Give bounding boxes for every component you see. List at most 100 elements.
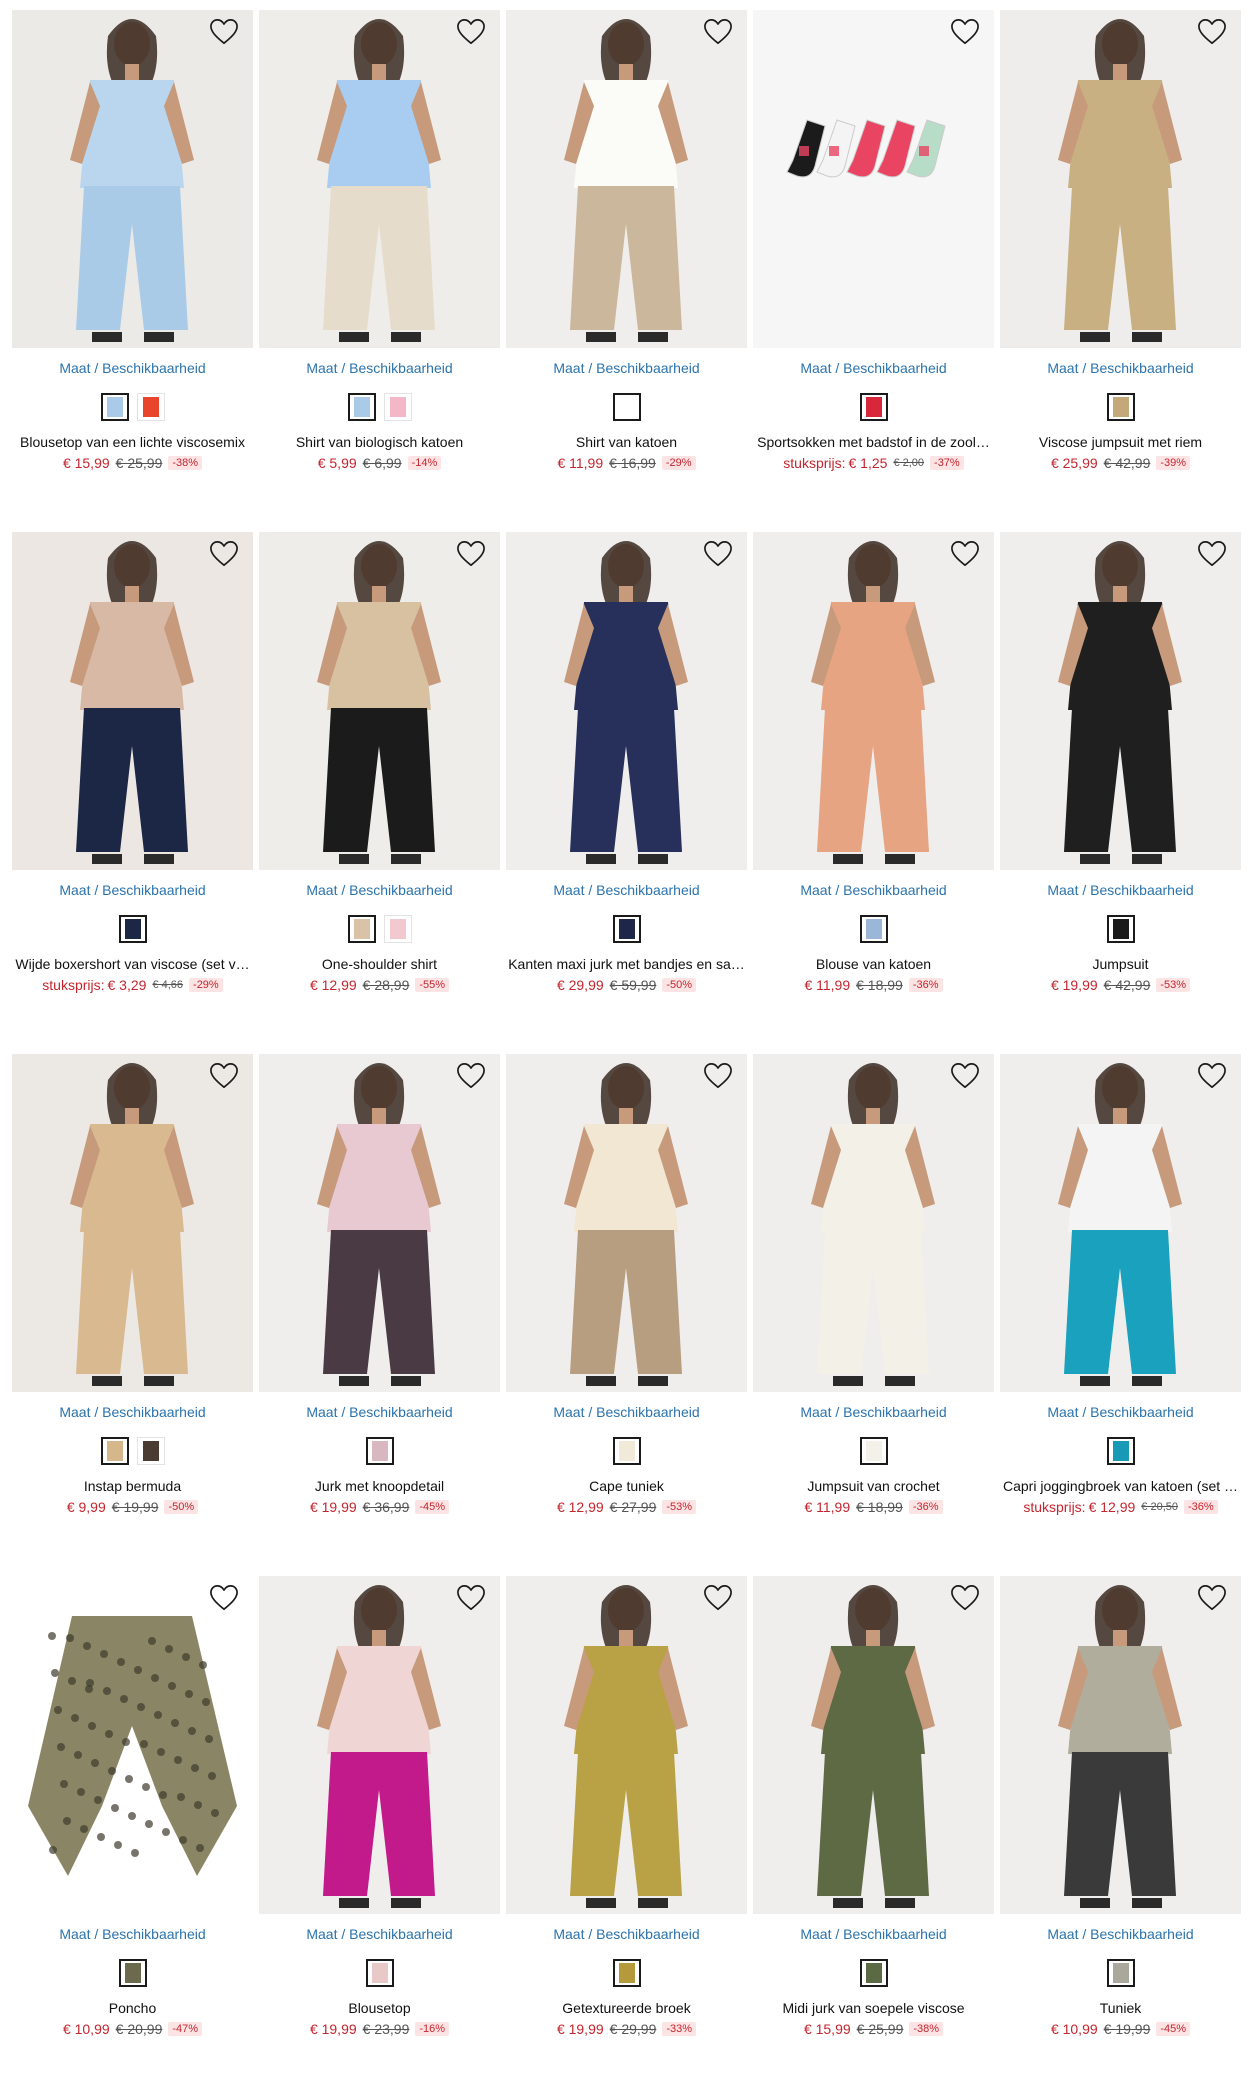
product-card[interactable]: Maat / Beschikbaarheid Blousetop € 19,99 € … bbox=[259, 1576, 500, 2076]
product-title[interactable]: Shirt van katoen bbox=[506, 434, 747, 450]
size-availability-link[interactable]: Maat / Beschikbaarheid bbox=[1000, 360, 1241, 376]
product-title[interactable]: Cape tuniek bbox=[506, 1478, 747, 1494]
size-availability-link[interactable]: Maat / Beschikbaarheid bbox=[506, 882, 747, 898]
color-swatch[interactable] bbox=[365, 1959, 394, 1987]
color-swatch[interactable] bbox=[347, 393, 376, 421]
product-card[interactable]: Maat / Beschikbaarheid Blouse van katoen €… bbox=[753, 532, 994, 1032]
favorite-button[interactable] bbox=[1197, 540, 1231, 574]
size-availability-link[interactable]: Maat / Beschikbaarheid bbox=[12, 882, 253, 898]
product-image-container[interactable] bbox=[1000, 1576, 1241, 1914]
size-availability-link[interactable]: Maat / Beschikbaarheid bbox=[259, 1926, 500, 1942]
product-image-container[interactable] bbox=[12, 1576, 253, 1914]
product-image-container[interactable] bbox=[506, 10, 747, 348]
size-availability-link[interactable]: Maat / Beschikbaarheid bbox=[753, 1404, 994, 1420]
product-card[interactable]: Maat / Beschikbaarheid Instap bermuda € 9,… bbox=[12, 1054, 253, 1554]
product-image-container[interactable] bbox=[753, 532, 994, 870]
favorite-button[interactable] bbox=[209, 540, 243, 574]
product-image-container[interactable] bbox=[12, 532, 253, 870]
product-card[interactable]: Maat / Beschikbaarheid Midi jurk van soep… bbox=[753, 1576, 994, 2076]
product-card[interactable]: Maat / Beschikbaarheid Cape tuniek € 12,99… bbox=[506, 1054, 747, 1554]
product-title[interactable]: Jumpsuit bbox=[1000, 956, 1241, 972]
favorite-button[interactable] bbox=[950, 540, 984, 574]
product-card[interactable]: Maat / Beschikbaarheid Sportsokken met ba… bbox=[753, 10, 994, 510]
product-title[interactable]: Capri joggingbroek van katoen (set … bbox=[1000, 1478, 1241, 1494]
product-card[interactable]: Maat / Beschikbaarheid Getextureerde broe… bbox=[506, 1576, 747, 2076]
color-swatch[interactable] bbox=[612, 1437, 641, 1465]
product-image-container[interactable] bbox=[1000, 1054, 1241, 1392]
favorite-button[interactable] bbox=[950, 18, 984, 52]
size-availability-link[interactable]: Maat / Beschikbaarheid bbox=[12, 1404, 253, 1420]
product-title[interactable]: Kanten maxi jurk met bandjes en sa… bbox=[506, 956, 747, 972]
color-swatch[interactable] bbox=[118, 1959, 147, 1987]
size-availability-link[interactable]: Maat / Beschikbaarheid bbox=[1000, 1926, 1241, 1942]
color-swatch[interactable] bbox=[383, 393, 412, 421]
product-title[interactable]: Blousetop van een lichte viscosemix bbox=[12, 434, 253, 450]
size-availability-link[interactable]: Maat / Beschikbaarheid bbox=[1000, 882, 1241, 898]
product-image-container[interactable] bbox=[259, 532, 500, 870]
product-image-container[interactable] bbox=[506, 1576, 747, 1914]
product-title[interactable]: Blouse van katoen bbox=[753, 956, 994, 972]
color-swatch[interactable] bbox=[859, 393, 888, 421]
product-card[interactable]: Maat / Beschikbaarheid Wijde boxershort v… bbox=[12, 532, 253, 1032]
color-swatch[interactable] bbox=[365, 1437, 394, 1465]
color-swatch[interactable] bbox=[612, 1959, 641, 1987]
size-availability-link[interactable]: Maat / Beschikbaarheid bbox=[753, 360, 994, 376]
favorite-button[interactable] bbox=[209, 1584, 243, 1618]
product-card[interactable]: Maat / Beschikbaarheid Jumpsuit € 19,99 € 4… bbox=[1000, 532, 1241, 1032]
product-card[interactable]: Maat / Beschikbaarheid Shirt van katoen € … bbox=[506, 10, 747, 510]
favorite-button[interactable] bbox=[703, 1062, 737, 1096]
color-swatch[interactable] bbox=[1106, 393, 1135, 421]
size-availability-link[interactable]: Maat / Beschikbaarheid bbox=[506, 1404, 747, 1420]
product-card[interactable]: Maat / Beschikbaarheid Jurk met knoopdeta… bbox=[259, 1054, 500, 1554]
color-swatch[interactable] bbox=[136, 1437, 165, 1465]
favorite-button[interactable] bbox=[703, 1584, 737, 1618]
product-image-container[interactable] bbox=[12, 1054, 253, 1392]
product-image-container[interactable] bbox=[506, 532, 747, 870]
product-image-container[interactable] bbox=[1000, 10, 1241, 348]
product-title[interactable]: Blousetop bbox=[259, 2000, 500, 2016]
product-image-container[interactable] bbox=[506, 1054, 747, 1392]
favorite-button[interactable] bbox=[209, 1062, 243, 1096]
color-swatch[interactable] bbox=[859, 1437, 888, 1465]
product-title[interactable]: Jurk met knoopdetail bbox=[259, 1478, 500, 1494]
favorite-button[interactable] bbox=[456, 1062, 490, 1096]
color-swatch[interactable] bbox=[100, 1437, 129, 1465]
color-swatch[interactable] bbox=[383, 915, 412, 943]
favorite-button[interactable] bbox=[703, 540, 737, 574]
product-image-container[interactable] bbox=[753, 10, 994, 348]
favorite-button[interactable] bbox=[1197, 1062, 1231, 1096]
product-image-container[interactable] bbox=[753, 1054, 994, 1392]
color-swatch[interactable] bbox=[100, 393, 129, 421]
favorite-button[interactable] bbox=[950, 1062, 984, 1096]
size-availability-link[interactable]: Maat / Beschikbaarheid bbox=[259, 882, 500, 898]
favorite-button[interactable] bbox=[703, 18, 737, 52]
product-title[interactable]: Viscose jumpsuit met riem bbox=[1000, 434, 1241, 450]
product-image-container[interactable] bbox=[12, 10, 253, 348]
product-card[interactable]: Maat / Beschikbaarheid Poncho € 10,99 € 20,… bbox=[12, 1576, 253, 2076]
product-title[interactable]: Instap bermuda bbox=[12, 1478, 253, 1494]
product-title[interactable]: Tuniek bbox=[1000, 2000, 1241, 2016]
favorite-button[interactable] bbox=[456, 540, 490, 574]
product-card[interactable]: Maat / Beschikbaarheid Shirt van biologis… bbox=[259, 10, 500, 510]
size-availability-link[interactable]: Maat / Beschikbaarheid bbox=[12, 360, 253, 376]
product-card[interactable]: Maat / Beschikbaarheid Jumpsuit van croch… bbox=[753, 1054, 994, 1554]
product-card[interactable]: Maat / Beschikbaarheid Viscose jumpsuit m… bbox=[1000, 10, 1241, 510]
favorite-button[interactable] bbox=[950, 1584, 984, 1618]
product-image-container[interactable] bbox=[1000, 532, 1241, 870]
size-availability-link[interactable]: Maat / Beschikbaarheid bbox=[753, 1926, 994, 1942]
product-image-container[interactable] bbox=[259, 1576, 500, 1914]
product-card[interactable]: Maat / Beschikbaarheid One-shoulder shirt… bbox=[259, 532, 500, 1032]
color-swatch[interactable] bbox=[1106, 1959, 1135, 1987]
favorite-button[interactable] bbox=[456, 1584, 490, 1618]
size-availability-link[interactable]: Maat / Beschikbaarheid bbox=[506, 1926, 747, 1942]
color-swatch[interactable] bbox=[859, 1959, 888, 1987]
product-title[interactable]: Wijde boxershort van viscose (set v… bbox=[12, 956, 253, 972]
color-swatch[interactable] bbox=[118, 915, 147, 943]
product-title[interactable]: Jumpsuit van crochet bbox=[753, 1478, 994, 1494]
product-card[interactable]: Maat / Beschikbaarheid Blousetop van een … bbox=[12, 10, 253, 510]
size-availability-link[interactable]: Maat / Beschikbaarheid bbox=[506, 360, 747, 376]
favorite-button[interactable] bbox=[209, 18, 243, 52]
product-card[interactable]: Maat / Beschikbaarheid Tuniek € 10,99 € 19,… bbox=[1000, 1576, 1241, 2076]
size-availability-link[interactable]: Maat / Beschikbaarheid bbox=[259, 360, 500, 376]
product-card[interactable]: Maat / Beschikbaarheid Kanten maxi jurk m… bbox=[506, 532, 747, 1032]
